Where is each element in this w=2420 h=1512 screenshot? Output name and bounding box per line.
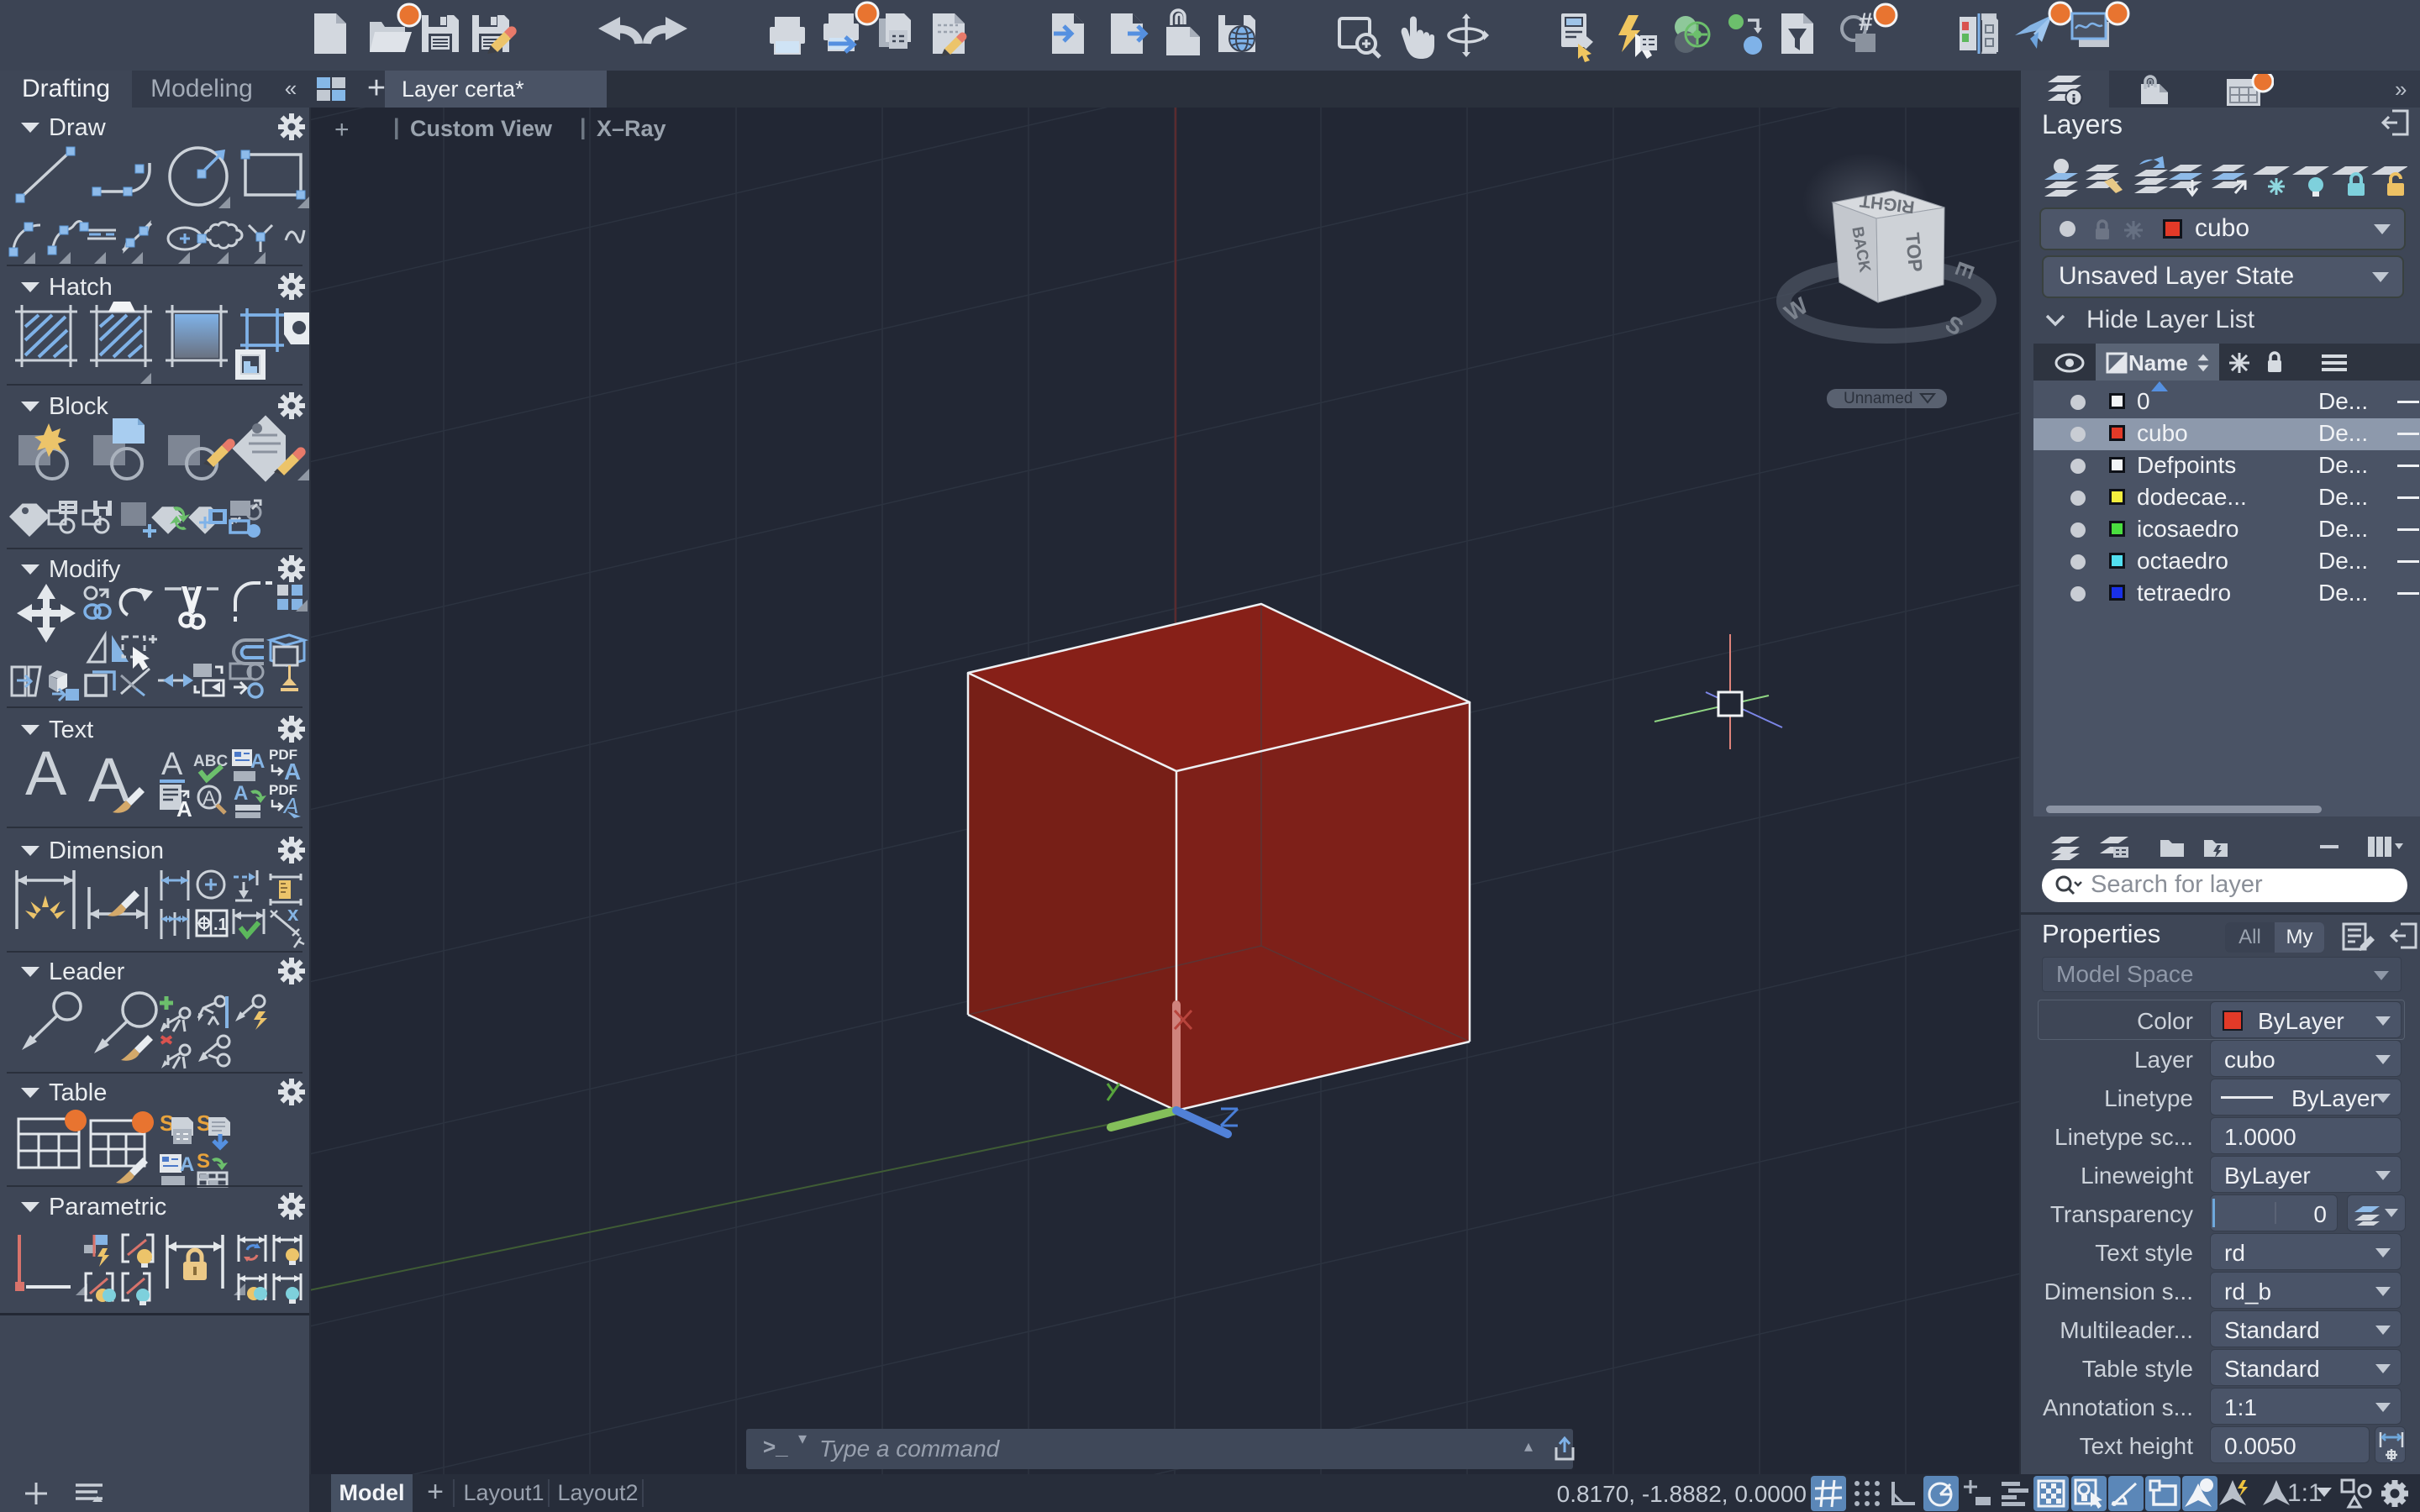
svg-text:S: S [197,1150,210,1173]
svg-text:Table: Table [49,1079,107,1106]
svg-text:Hatch: Hatch [49,274,113,301]
svg-text:Unnamed: Unnamed [1844,390,1912,407]
svg-text:#: # [1859,8,1873,36]
svg-text:A: A [234,782,248,805]
svg-text:A: A [176,796,192,822]
svg-text:x: x [287,903,299,926]
svg-text:Dimension: Dimension [49,837,164,864]
svg-text:Leader: Leader [49,958,125,985]
svg-text:A: A [250,750,265,773]
svg-text:.1: .1 [213,916,228,934]
svg-text:A: A [284,759,301,785]
svg-text:Modify: Modify [49,556,121,583]
svg-text:A: A [203,787,216,810]
svg-text:TOP: TOP [1902,232,1927,273]
svg-text:A: A [25,738,67,808]
svg-text:Parametric: Parametric [49,1194,166,1221]
svg-text:A: A [161,747,183,782]
svg-text:Block: Block [49,393,108,420]
svg-text:Draw: Draw [49,114,107,141]
svg-text:A: A [180,1153,194,1176]
